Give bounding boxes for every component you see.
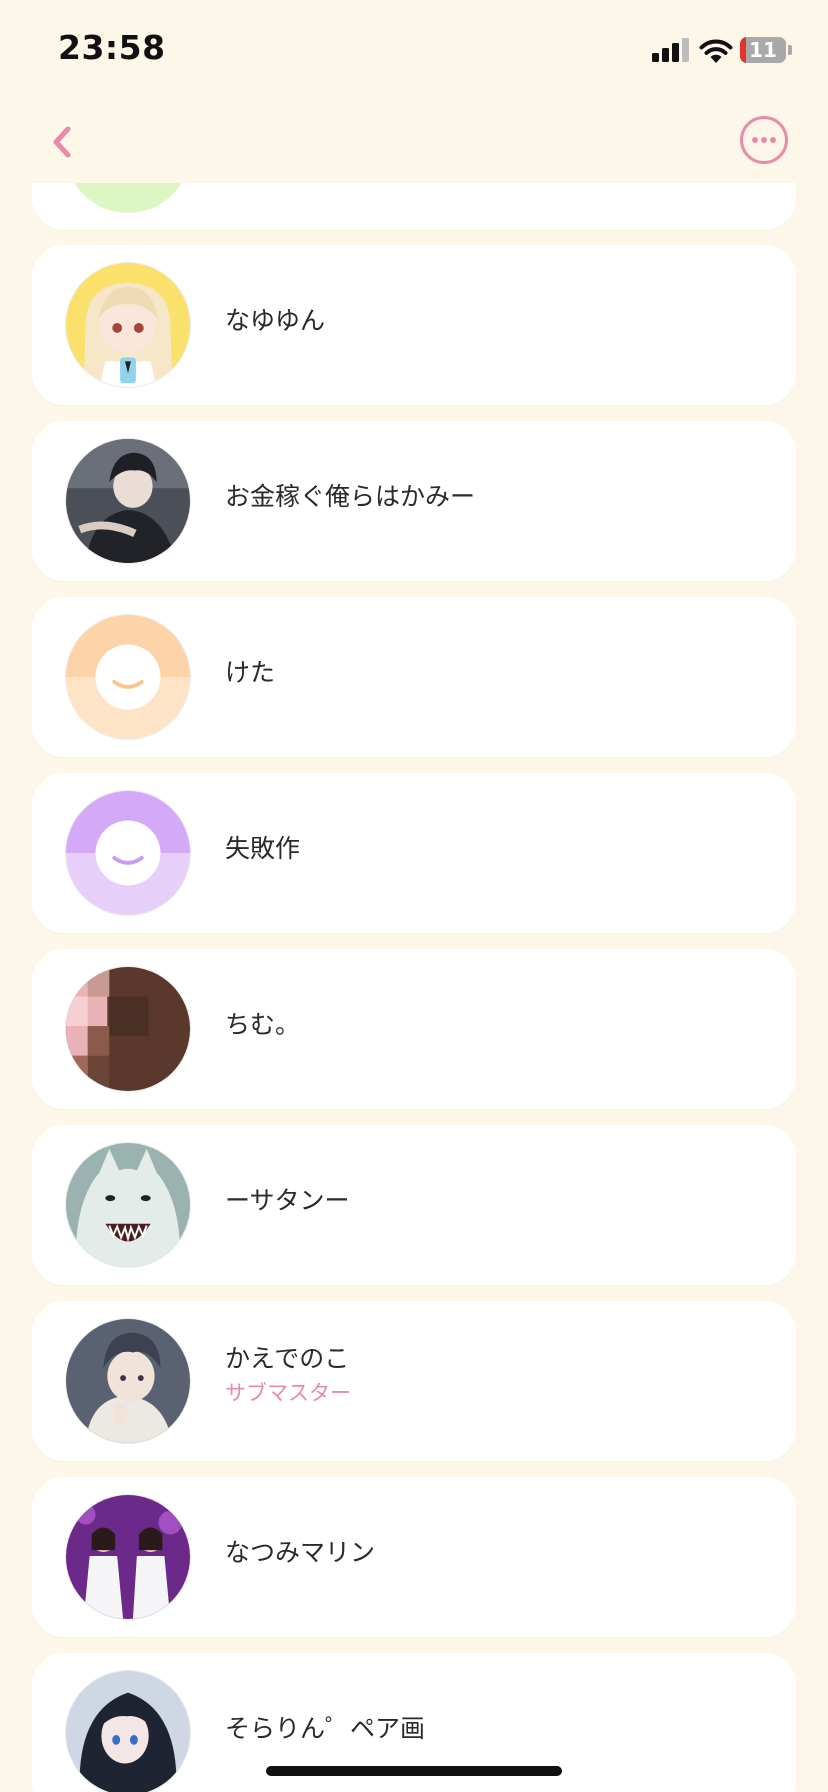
member-card[interactable]: なつみマリン: [32, 1477, 796, 1637]
member-name: そらりん゜ペア画: [225, 1714, 426, 1743]
avatar: [65, 966, 191, 1092]
avatar: [65, 1142, 191, 1268]
member-name: かえでのこ: [225, 1344, 350, 1373]
navigation-bar: [0, 100, 828, 184]
ellipsis-circle-icon: [740, 116, 788, 164]
member-name: ちむ。: [225, 1010, 301, 1039]
battery-level: 11: [749, 38, 777, 62]
member-name: けた: [225, 658, 276, 687]
avatar: [65, 262, 191, 388]
member-card[interactable]: けた: [32, 597, 796, 757]
member-card[interactable]: ーサタンー: [32, 1125, 796, 1285]
member-card-partial[interactable]: [32, 183, 796, 230]
member-name: なつみマリン: [225, 1538, 376, 1567]
avatar: [65, 1318, 191, 1444]
cellular-signal-icon: [652, 38, 690, 62]
avatar: [65, 1670, 191, 1792]
back-button[interactable]: [38, 116, 90, 168]
member-name: ーサタンー: [225, 1186, 350, 1215]
member-card[interactable]: かえでのこ サブマスター: [32, 1301, 796, 1461]
member-card[interactable]: なゆゆん: [32, 245, 796, 405]
member-role-badge: サブマスター: [225, 1381, 351, 1405]
avatar: [65, 1494, 191, 1620]
wifi-icon: [698, 36, 734, 64]
status-bar: 23:58 11: [0, 0, 828, 100]
member-name: なゆゆん: [225, 306, 326, 335]
avatar: [65, 790, 191, 916]
member-list[interactable]: なゆゆん お金稼ぐ俺らはかみー けた 失敗作 ちむ。 ーサタンー かえでのこ サ…: [0, 183, 828, 1792]
member-card[interactable]: 失敗作: [32, 773, 796, 933]
avatar: [65, 438, 191, 564]
member-card[interactable]: ちむ。: [32, 949, 796, 1109]
more-options-button[interactable]: [738, 114, 790, 166]
member-name: お金稼ぐ俺らはかみー: [225, 482, 476, 511]
member-name: 失敗作: [225, 834, 301, 863]
home-indicator[interactable]: [266, 1766, 562, 1776]
status-time: 23:58: [58, 28, 166, 67]
avatar: [65, 614, 191, 740]
member-card[interactable]: お金稼ぐ俺らはかみー: [32, 421, 796, 581]
avatar: [65, 183, 191, 213]
battery-icon: 11: [740, 37, 792, 63]
chevron-left-icon: [53, 126, 71, 158]
